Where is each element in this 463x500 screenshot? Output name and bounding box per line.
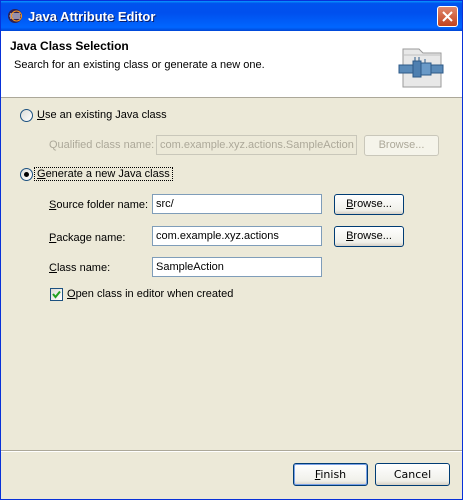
class-name-field[interactable]: SampleAction xyxy=(152,257,322,277)
banner-title: Java Class Selection xyxy=(10,39,129,53)
source-browse-button[interactable]: Browse... xyxy=(334,194,404,215)
use-existing-label[interactable]: Use an existing Java class xyxy=(37,109,167,121)
class-name-label: Class name: xyxy=(49,262,111,274)
source-folder-label: Source folder name: xyxy=(49,199,149,211)
qualified-class-label: Qualified class name: xyxy=(49,139,155,151)
footer-separator xyxy=(1,450,462,452)
package-label: Package name: xyxy=(49,232,126,244)
source-folder-field[interactable]: src/ xyxy=(152,194,322,214)
eclipse-icon xyxy=(7,8,23,24)
dialog-window: Java Attribute Editor Java Class Selecti… xyxy=(0,0,463,500)
checkmark-icon xyxy=(52,290,61,299)
open-in-editor-checkbox[interactable] xyxy=(50,288,63,301)
qualified-class-field[interactable]: com.example.xyz.actions.SampleAction xyxy=(156,135,357,155)
generate-new-radio[interactable] xyxy=(20,168,33,181)
close-button[interactable] xyxy=(437,6,458,27)
wizard-banner: Java Class Selection Search for an exist… xyxy=(1,31,462,98)
finish-button[interactable]: Finish xyxy=(293,463,368,486)
generate-new-label[interactable]: Generate a new Java class xyxy=(34,167,173,181)
cancel-button[interactable]: Cancel xyxy=(375,463,450,486)
java-class-wizard-icon xyxy=(397,43,447,94)
open-in-editor-label[interactable]: Open class in editor when created xyxy=(67,288,233,300)
package-field[interactable]: com.example.xyz.actions xyxy=(152,226,322,246)
banner-description: Search for an existing class or generate… xyxy=(14,59,265,71)
use-existing-radio[interactable] xyxy=(20,109,33,122)
qualified-browse-button[interactable]: Browse... xyxy=(364,135,439,156)
package-browse-button[interactable]: Browse... xyxy=(334,226,404,247)
wizard-content: Use an existing Java class Qualified cla… xyxy=(1,98,462,448)
title-bar[interactable]: Java Attribute Editor xyxy=(1,1,462,31)
close-icon xyxy=(442,11,453,22)
window-title: Java Attribute Editor xyxy=(28,9,156,24)
